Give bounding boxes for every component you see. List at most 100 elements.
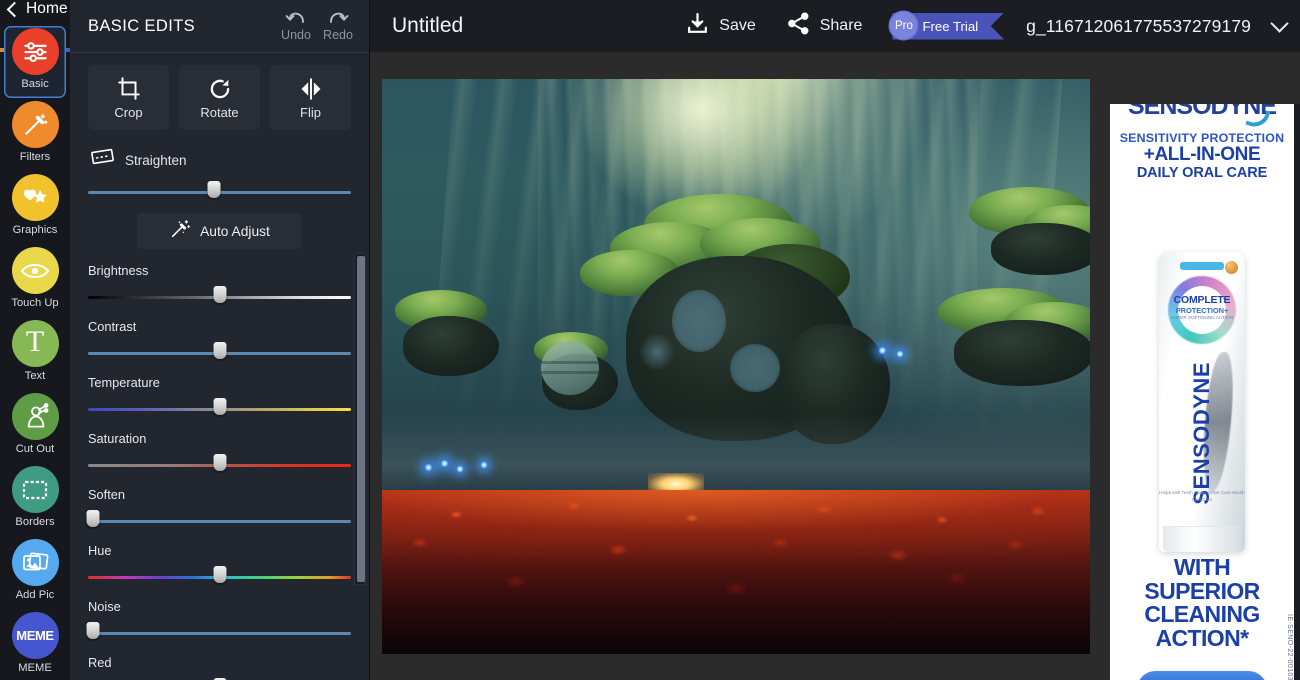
magic-wand-icon [169,218,191,245]
straighten-slider[interactable] [88,179,351,199]
advertisement[interactable]: SENSODYNE SENSITIVITY PROTECTION +ALL-IN… [1110,104,1294,680]
pro-trial-label: Free Trial [922,18,979,34]
temperature-slider[interactable] [88,396,351,416]
share-button[interactable]: Share [786,11,863,41]
ad-pack-subtitle: PROTECTION+ [1175,306,1229,315]
undo-label: Undo [281,28,311,42]
hue-slider[interactable] [88,564,351,584]
brightness-slider[interactable] [88,284,351,304]
image-editor-app: Home Basic Filters Graphics Touch Up T T… [0,0,1300,680]
photo-tree-right-far [963,183,1090,279]
pro-seal-label: Pro [894,19,913,32]
photo-blue-lights-right [877,344,918,360]
ad-claim-line2: SUPERIOR [1144,577,1260,604]
sidebar-item-borders[interactable]: Borders [4,464,66,536]
rotate-label: Rotate [200,104,239,120]
save-button[interactable]: Save [685,11,756,41]
sidebar-item-touch-up[interactable]: Touch Up [4,245,66,317]
panel-scrollbar[interactable] [354,253,366,585]
ad-headline-line2: +ALL-IN-ONE [1143,144,1261,165]
sidebar-item-cut-out[interactable]: Cut Out [4,391,66,463]
share-icon [786,11,811,41]
adjustment-label: Hue [88,543,112,558]
rotate-button[interactable]: Rotate [179,65,260,130]
edited-photo[interactable] [382,79,1090,654]
redo-button[interactable]: Redo [317,10,359,42]
crop-button[interactable]: Crop [88,65,169,130]
left-tool-rail: Home Basic Filters Graphics Touch Up T T… [0,0,70,680]
soften-slider[interactable] [86,508,351,528]
adjustment-label: Soften [88,487,125,502]
sidebar-item-label: Add Pic [15,589,55,601]
straighten-row: Straighten [88,147,351,173]
photos-icon [11,539,59,586]
sidebar-item-label: Text [24,370,46,382]
ad-claim: WITH SUPERIOR CLEANING ACTION* [1110,555,1294,652]
contrast-slider[interactable] [88,340,351,360]
ad-claim-line3: CLEANING [1144,601,1260,628]
noise-slider[interactable] [86,620,351,640]
basic-edits-panel: BASIC EDITS Undo Redo Crop Rotate Flip S… [70,0,370,680]
ad-pack-bottom-text: Helps with Teeth Clean Active Care Mouth… [1159,490,1245,502]
sidebar-item-filters[interactable]: Filters [4,99,66,171]
eye-icon [11,247,59,294]
ad-reference-code: IE-SENO-22-00103 [1286,614,1293,680]
adjustment-contrast: Contrast [88,319,351,360]
frame-icon [11,466,59,513]
saturation-slider[interactable] [88,452,351,472]
advertisement-panel: SENSODYNE SENSITIVITY PROTECTION +ALL-IN… [1110,104,1300,680]
sidebar-item-text[interactable]: T Text [4,318,66,390]
adjustment-brightness: Brightness [88,263,351,304]
ad-pack-seal-icon [1225,261,1238,274]
magic-wand-icon [11,101,59,148]
adjustment-soften: Soften [86,487,351,528]
auto-adjust-button[interactable]: Auto Adjust [137,213,302,249]
panel-body: Crop Rotate Flip Straighten Auto Adjust … [70,53,369,680]
ad-claim-line4: ACTION* [1155,625,1250,652]
account-file-name[interactable]: g_116712061775537279179 [1026,16,1251,37]
pro-free-trial-badge[interactable]: Free Trial Pro [890,12,1005,40]
ad-headline-line3: DAILY ORAL CARE [1136,165,1268,181]
auto-adjust-label: Auto Adjust [200,223,270,239]
save-label: Save [719,17,756,34]
adjustment-label: Contrast [88,319,137,334]
adjustment-label: Brightness [88,263,149,278]
ad-pack-fresh-tag [1180,262,1224,270]
ad-buy-now-button[interactable]: BUY NOW [1137,671,1267,680]
panel-title: BASIC EDITS [88,16,196,35]
photo-tree-right-mid [934,286,1090,396]
photo-red-field-texture [382,490,1090,654]
panel-header: BASIC EDITS Undo Redo [70,0,369,52]
straighten-icon [90,147,115,173]
panel-scrollbar-thumb[interactable] [356,255,365,582]
adjustment-label: Saturation [88,431,147,446]
sidebar-item-basic[interactable]: Basic [4,26,66,98]
ad-pack-brand: SENSODYNE [1189,362,1214,505]
home-label: Home [26,0,68,17]
sidebar-item-label: Borders [15,516,55,528]
ad-pack-cap [1163,526,1241,552]
scissors-icon [11,393,59,440]
redo-label: Redo [323,28,353,42]
back-chevron-icon [6,1,23,17]
ad-product-tube: COMPLETE PROTECTION+ SUPER SOFTENING ACT… [1159,252,1245,552]
ad-headline-line1: SENSITIVITY PROTECTION [1119,131,1285,145]
undo-button[interactable]: Undo [275,10,317,42]
share-label: Share [819,17,863,34]
red-slider[interactable] [88,676,351,680]
ad-pack-title: COMPLETE [1173,294,1231,306]
canvas-frame [382,79,1090,654]
photo-tree-left-far [389,286,519,382]
sidebar-item-label: MEME [18,662,52,674]
sidebar-item-graphics[interactable]: Graphics [4,172,66,244]
chevron-down-icon[interactable] [1270,13,1289,33]
home-button[interactable]: Home [0,0,70,18]
flip-label: Flip [300,104,321,120]
sidebar-item-add-pic[interactable]: Add Pic [4,537,66,609]
adjustment-label: Red [88,655,112,670]
photo-red-field [382,490,1090,654]
photo-distant-planet [541,340,600,395]
document-title[interactable]: Untitled [392,14,463,38]
flip-button[interactable]: Flip [270,65,351,130]
sidebar-item-meme[interactable]: MEME MEME [4,610,66,680]
